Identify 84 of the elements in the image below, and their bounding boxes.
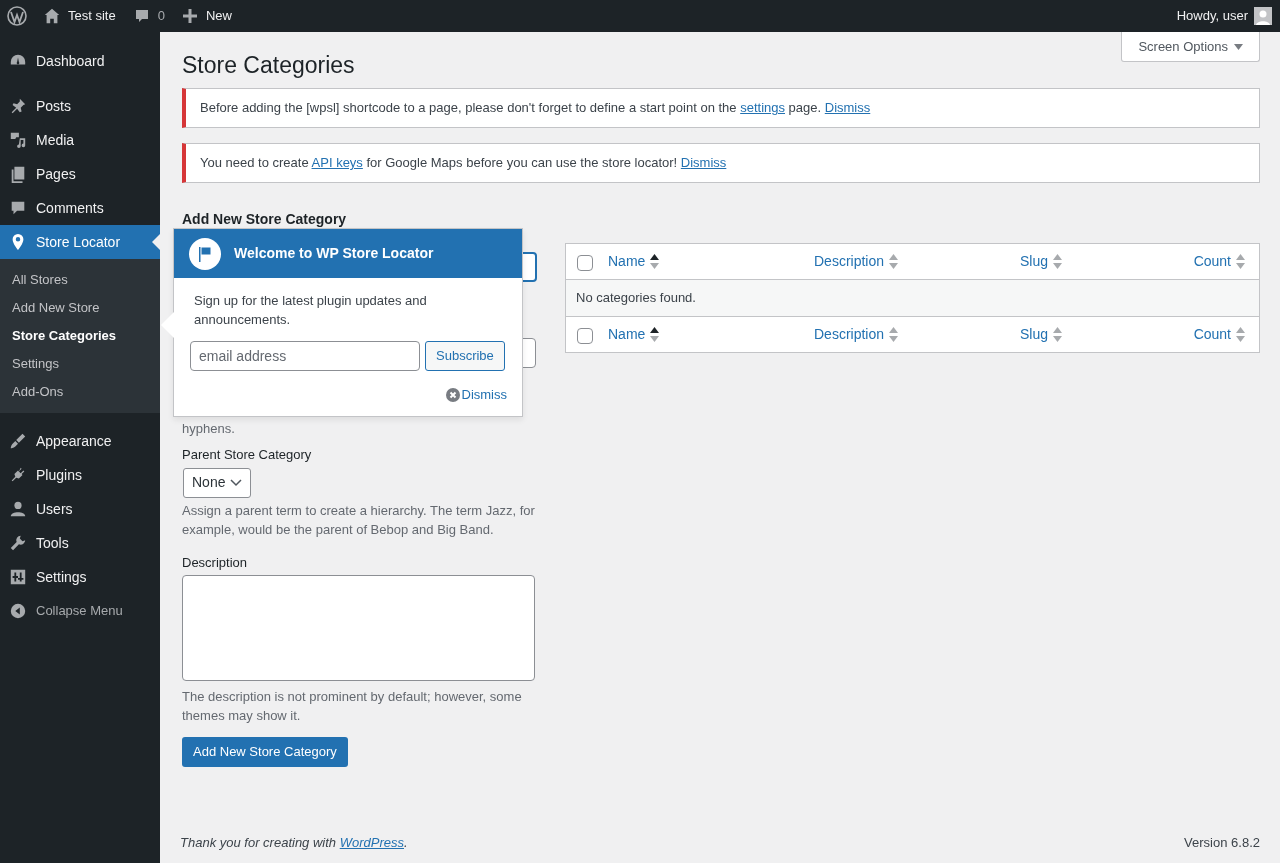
sort-icon — [650, 326, 660, 343]
home-icon — [43, 7, 61, 25]
menu-item[interactable]: Comments — [0, 191, 160, 225]
notice-text: Before adding the [wpsl] shortcode to a page, please don't forget to define a start point on the settings page. Dismiss — [200, 99, 871, 118]
help-text: hyphens. — [182, 420, 236, 438]
notice-text: You need to create API keys for Google Maps before you can use the store locator! Dismiss — [200, 154, 727, 173]
media-icon — [9, 131, 27, 149]
sort-icon — [1236, 326, 1245, 343]
column-header[interactable]: Count — [1193, 251, 1245, 272]
sort-icon — [1236, 253, 1245, 270]
add-category-button[interactable]: Add New Store Category — [182, 737, 348, 767]
popup-text: Sign up for the latest plugin updates and announcements. — [194, 292, 428, 329]
field-label: Description — [182, 553, 249, 572]
form-heading: Add New Store Category — [182, 210, 348, 228]
menu-item[interactable]: Store Locator — [0, 225, 160, 259]
column-header[interactable]: Name — [608, 324, 814, 345]
submenu-item[interactable]: All Stores — [0, 266, 160, 294]
empty-message: No categories found. — [576, 289, 696, 308]
page-title: Store Categories — [182, 51, 355, 80]
menu-item[interactable]: Appearance — [0, 424, 160, 458]
sort-icon — [650, 253, 660, 270]
sliders-icon — [9, 568, 27, 586]
version-text: Version 6.8.2 — [1184, 834, 1260, 852]
submenu-item[interactable]: Settings — [0, 350, 160, 378]
notice-link[interactable]: Dismiss — [824, 100, 871, 116]
column-header[interactable]: Slug — [1020, 251, 1194, 272]
plug-icon — [9, 466, 27, 484]
notice-link[interactable]: API keys — [311, 155, 363, 171]
notice-link[interactable]: settings — [740, 100, 785, 116]
wordpress-logo-icon[interactable] — [7, 6, 27, 26]
flag-icon — [189, 237, 221, 270]
collapse-icon — [9, 602, 27, 620]
menu-item[interactable]: Media — [0, 123, 160, 157]
sort-icon — [889, 253, 899, 270]
footer-text: Thank you for creating with WordPress. — [180, 834, 408, 852]
description-field[interactable] — [182, 575, 535, 681]
column-header[interactable]: Description — [814, 251, 1020, 272]
chevron-down-icon — [230, 478, 242, 487]
current-arrow — [152, 234, 160, 250]
screen-options-button[interactable]: Screen Options — [1121, 32, 1260, 62]
sort-icon — [889, 326, 899, 343]
pin-icon — [9, 97, 27, 115]
sort-icon — [1053, 253, 1063, 270]
brush-icon — [9, 432, 27, 450]
select-all-checkbox[interactable] — [577, 255, 593, 271]
wordpress-link[interactable]: WordPress — [339, 835, 404, 850]
subscribe-button[interactable]: Subscribe — [425, 341, 505, 371]
dismiss-link[interactable]: Dismiss — [445, 385, 507, 405]
column-header[interactable]: Count — [1193, 324, 1245, 345]
notice-link[interactable]: Dismiss — [680, 155, 727, 171]
select-all-checkbox[interactable] — [577, 328, 593, 344]
site-link[interactable]: Test site — [68, 6, 116, 26]
parent-select[interactable]: None — [183, 467, 251, 498]
menu-item[interactable]: Tools — [0, 526, 160, 560]
comment-icon[interactable] — [133, 8, 150, 24]
menu-item[interactable]: Plugins — [0, 458, 160, 492]
wrench-icon — [9, 534, 27, 552]
menu-item[interactable]: Dashboard — [0, 44, 160, 78]
column-header[interactable]: Slug — [1020, 324, 1194, 345]
caret-icon — [1234, 43, 1243, 50]
menu-item[interactable]: Users — [0, 492, 160, 526]
plus-icon[interactable] — [182, 9, 197, 23]
email-field[interactable]: email address — [190, 341, 420, 371]
column-header[interactable]: Description — [814, 324, 1020, 345]
submenu-item[interactable]: Add New Store — [0, 294, 160, 322]
menu-item[interactable]: Pages — [0, 157, 160, 191]
collapse-menu-button[interactable]: Collapse Menu — [0, 594, 160, 628]
new-link[interactable]: New — [205, 6, 232, 26]
user-icon — [9, 500, 27, 518]
account-link[interactable]: Howdy, user — [1176, 6, 1248, 26]
avatar-icon[interactable] — [1254, 7, 1272, 25]
submenu-item[interactable]: Store Categories — [0, 322, 160, 350]
help-text: The description is not prominent by default; however, some themes may show it. — [182, 688, 523, 725]
column-header[interactable]: Name — [608, 251, 814, 272]
pages-icon — [9, 165, 27, 183]
field-label: Parent Store Category — [182, 446, 313, 464]
popup-title: Welcome to WP Store Locator — [234, 244, 434, 263]
submenu-item[interactable]: Add-Ons — [0, 378, 160, 406]
menu-item[interactable]: Settings — [0, 560, 160, 594]
sort-icon — [1053, 326, 1063, 343]
menu-item[interactable]: Posts — [0, 89, 160, 123]
help-text: Assign a parent term to create a hierarchy. The term Jazz, for example, would be the parent of Bebop and Big Band. — [182, 501, 535, 539]
close-icon — [445, 387, 460, 402]
comment-count[interactable]: 0 — [157, 6, 165, 26]
